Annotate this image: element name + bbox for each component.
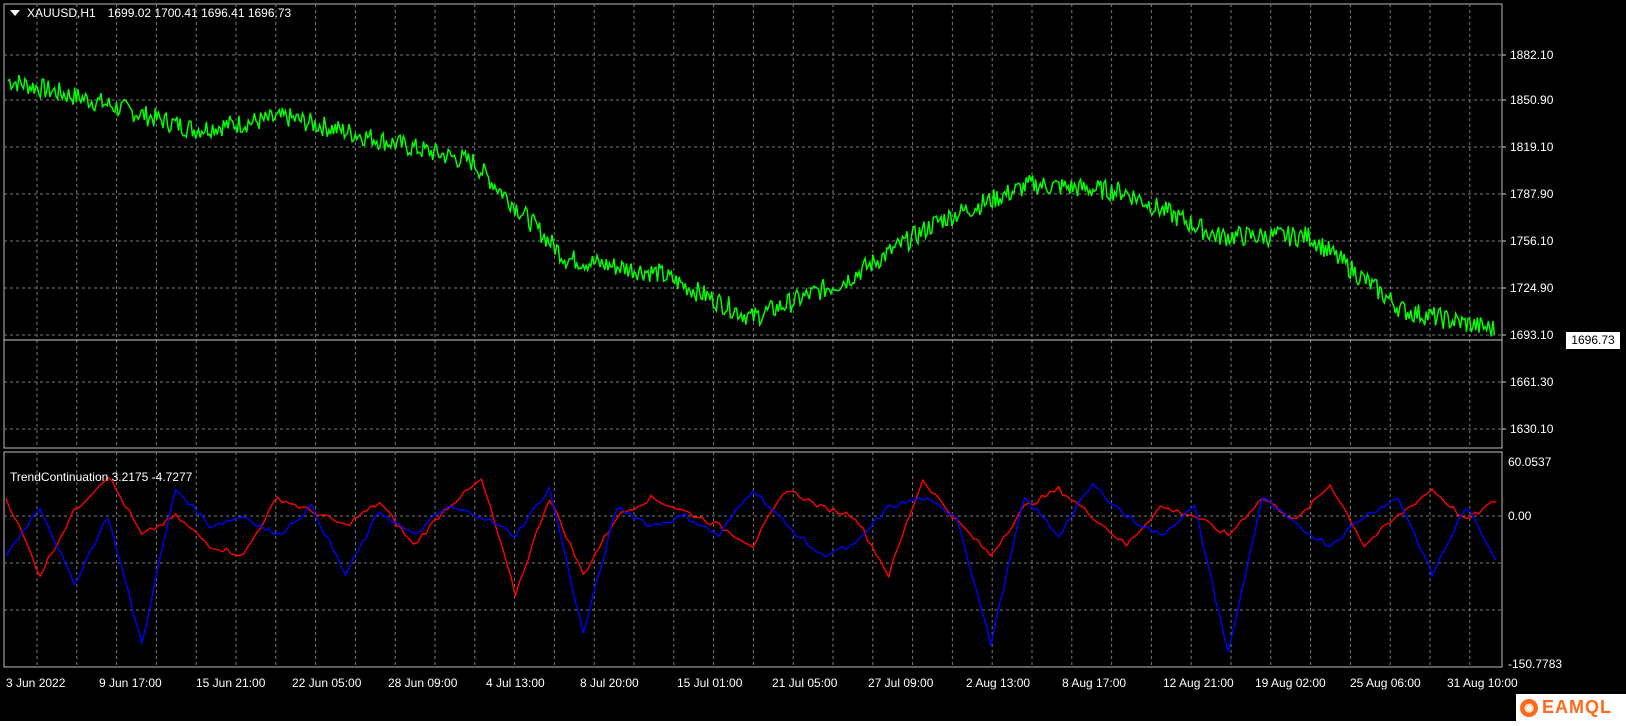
time-label: 12 Aug 21:00 bbox=[1163, 676, 1234, 690]
time-label: 9 Jun 17:00 bbox=[99, 676, 162, 690]
time-label: 3 Jun 2022 bbox=[6, 676, 66, 690]
time-label: 4 Jul 13:00 bbox=[486, 676, 545, 690]
time-label: 15 Jul 01:00 bbox=[677, 676, 743, 690]
price-label: 1756.10 bbox=[1510, 234, 1554, 248]
price-line bbox=[7, 74, 1496, 337]
ohlc-values: 1699.02 1700.41 1696.41 1696.73 bbox=[107, 6, 292, 20]
time-label: 27 Jul 09:00 bbox=[868, 676, 934, 690]
price-label: 1693.10 bbox=[1510, 328, 1554, 342]
price-label: 1882.10 bbox=[1510, 48, 1554, 62]
time-axis: 3 Jun 2022 9 Jun 17:00 15 Jun 21:00 22 Jun … bbox=[6, 676, 1518, 690]
price-label: 1661.30 bbox=[1510, 375, 1554, 389]
indicator-axis-label: 60.0537 bbox=[1508, 455, 1552, 469]
price-label: 1724.90 bbox=[1510, 281, 1554, 295]
time-label: 19 Aug 02:00 bbox=[1255, 676, 1326, 690]
watermark: ◉ EAMQL bbox=[1516, 694, 1626, 721]
time-label: 31 Aug 10:00 bbox=[1447, 676, 1518, 690]
price-label: 1787.90 bbox=[1510, 187, 1554, 201]
time-label: 22 Jun 05:00 bbox=[292, 676, 362, 690]
price-label: 1850.90 bbox=[1510, 93, 1554, 107]
time-label: 8 Aug 17:00 bbox=[1062, 676, 1126, 690]
time-label: 2 Aug 13:00 bbox=[966, 676, 1030, 690]
grid bbox=[4, 4, 1502, 667]
indicator-lines bbox=[5, 476, 1497, 653]
price-label: 1630.10 bbox=[1510, 422, 1554, 436]
dropdown-triangle-icon[interactable] bbox=[10, 10, 20, 16]
price-label: 1819.10 bbox=[1510, 140, 1554, 154]
chart-header: XAUUSD,H1 1699.02 1700.41 1696.41 1696.7… bbox=[10, 6, 291, 20]
time-label: 8 Jul 20:00 bbox=[580, 676, 639, 690]
symbol-label: XAUUSD,H1 bbox=[27, 6, 96, 20]
time-label: 15 Jun 21:00 bbox=[196, 676, 266, 690]
eamql-logo-icon: ◉ bbox=[1520, 698, 1538, 717]
chart-window: 1882.10 1850.90 1819.10 1787.90 1756.10 1724.… bbox=[0, 0, 1626, 721]
current-price-tag: 1696.73 bbox=[1565, 331, 1621, 350]
brand-name: EAMQL bbox=[1542, 697, 1612, 717]
indicator-axis-label: -150.7783 bbox=[1508, 657, 1562, 671]
chart-canvas[interactable]: 1882.10 1850.90 1819.10 1787.90 1756.10 1724.… bbox=[0, 0, 1626, 721]
price-axis: 1882.10 1850.90 1819.10 1787.90 1756.10 1724.… bbox=[1502, 48, 1554, 436]
indicator-series-blue bbox=[5, 482, 1497, 653]
time-label: 28 Jun 09:00 bbox=[388, 676, 458, 690]
time-label: 25 Aug 06:00 bbox=[1350, 676, 1421, 690]
price-series-xauusd bbox=[7, 74, 1496, 337]
indicator-axis: 60.0537 0.00 -150.7783 bbox=[1508, 455, 1562, 671]
indicator-title: TrendContinuation 3.2175 -4.7277 bbox=[10, 470, 193, 484]
time-label: 21 Jul 05:00 bbox=[772, 676, 838, 690]
indicator-axis-label: 0.00 bbox=[1508, 509, 1532, 523]
